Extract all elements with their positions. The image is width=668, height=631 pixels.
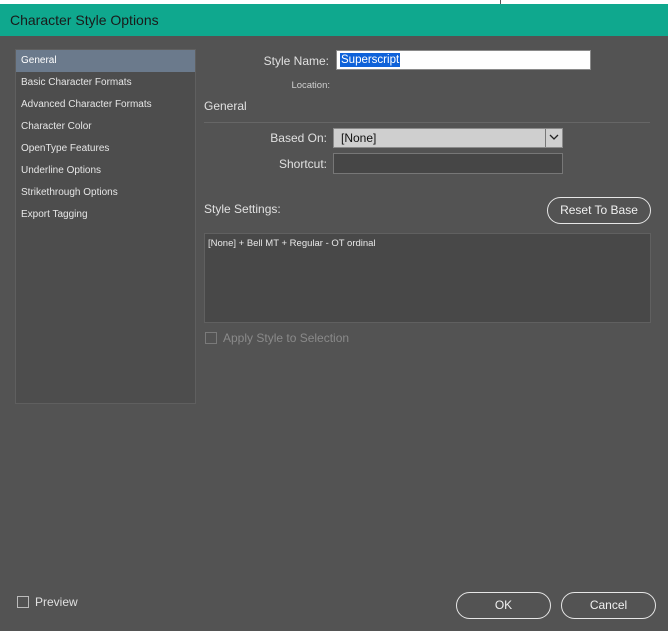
sidebar-item-strikethrough-options[interactable]: Strikethrough Options <box>16 182 195 204</box>
window-title: Character Style Options <box>10 12 159 28</box>
section-divider <box>204 122 650 123</box>
style-name-input[interactable]: Superscript <box>336 50 591 70</box>
apply-style-label: Apply Style to Selection <box>223 331 350 345</box>
sidebar-item-underline-options[interactable]: Underline Options <box>16 160 195 182</box>
reset-to-base-button[interactable]: Reset To Base <box>547 197 651 224</box>
sidebar-item-general[interactable]: General <box>16 50 195 72</box>
style-name-value: Superscript <box>340 53 401 67</box>
location-label: Location: <box>291 80 330 91</box>
based-on-label: Based On: <box>270 131 327 145</box>
chevron-down-icon[interactable] <box>545 129 562 147</box>
based-on-value: [None] <box>341 131 377 145</box>
shortcut-label: Shortcut: <box>278 157 327 171</box>
sidebar-item-export-tagging[interactable]: Export Tagging <box>16 204 195 226</box>
sidebar-item-character-color[interactable]: Character Color <box>16 116 195 138</box>
style-settings-label: Style Settings: <box>204 202 281 216</box>
sidebar-item-advanced-character-formats[interactable]: Advanced Character Formats <box>16 94 195 116</box>
sidebar-item-basic-character-formats[interactable]: Basic Character Formats <box>16 72 195 94</box>
preview-label: Preview <box>35 595 78 609</box>
category-sidebar: General Basic Character Formats Advanced… <box>15 49 196 404</box>
section-title: General <box>204 99 247 113</box>
character-style-options-dialog: Character Style Options General Basic Ch… <box>0 4 668 631</box>
style-settings-box: [None] + Bell MT + Regular - OT ordinal <box>204 233 651 323</box>
preview-checkbox[interactable] <box>17 596 29 608</box>
sidebar-item-opentype-features[interactable]: OpenType Features <box>16 138 195 160</box>
apply-style-checkbox[interactable] <box>205 332 217 344</box>
ok-button[interactable]: OK <box>456 592 551 619</box>
style-settings-text: [None] + Bell MT + Regular - OT ordinal <box>208 238 376 249</box>
cancel-button[interactable]: Cancel <box>561 592 656 619</box>
style-name-label: Style Name: <box>263 54 329 68</box>
title-bar[interactable]: Character Style Options <box>0 4 668 36</box>
shortcut-input[interactable] <box>333 153 563 174</box>
based-on-dropdown[interactable]: [None] <box>333 128 563 148</box>
